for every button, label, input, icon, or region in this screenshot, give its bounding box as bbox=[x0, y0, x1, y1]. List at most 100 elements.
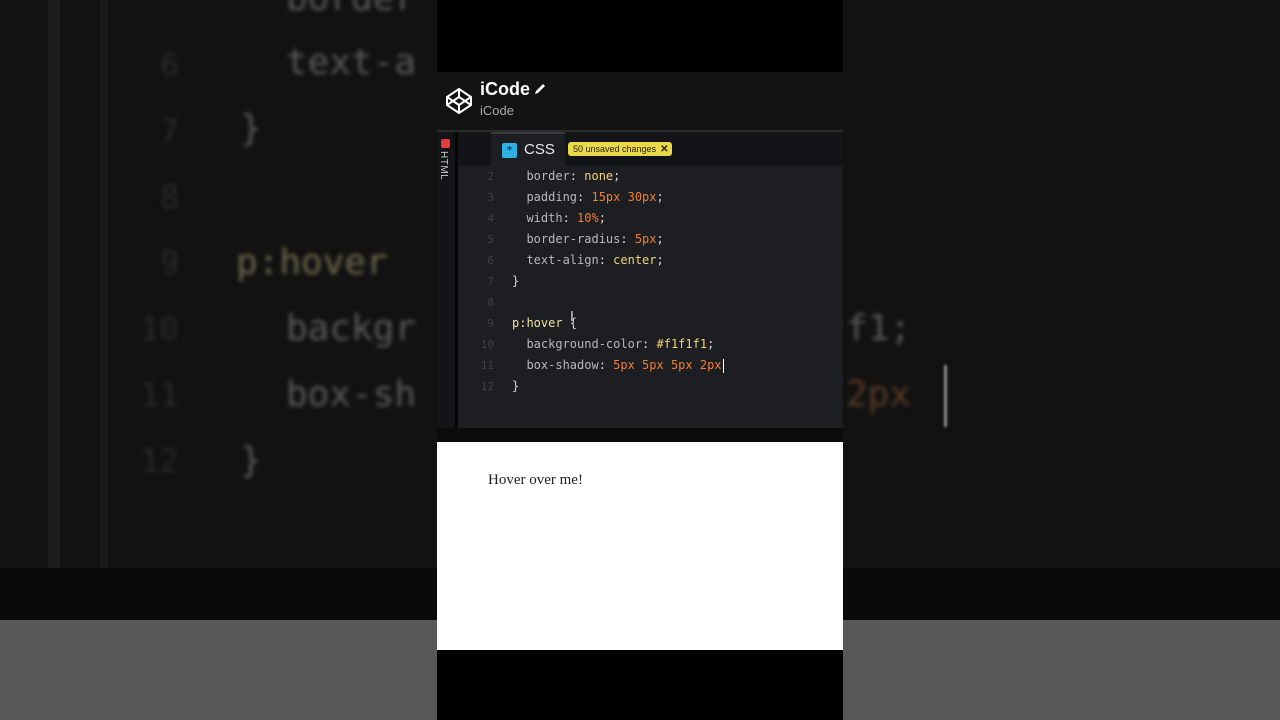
line-number: 7 bbox=[487, 275, 494, 288]
code-token: : bbox=[598, 358, 614, 372]
code-line[interactable]: 5 border-radius: 5px; bbox=[458, 229, 843, 250]
line-number: 12 bbox=[480, 380, 494, 393]
code-line[interactable]: 4 width: 10%; bbox=[458, 208, 843, 229]
background-line-number: 12 bbox=[140, 442, 179, 480]
code-token: ; bbox=[707, 337, 715, 351]
code-token: : bbox=[562, 211, 578, 225]
line-number: 4 bbox=[487, 212, 494, 225]
code-token: 15px 30px bbox=[591, 190, 657, 204]
code-token: 5px bbox=[634, 232, 657, 246]
code-line[interactable]: 10 background-color: #f1f1f1; bbox=[458, 334, 843, 355]
code-token: ; bbox=[656, 232, 664, 246]
background-code-line: backgr bbox=[286, 308, 417, 349]
code-token: p:hover bbox=[512, 316, 570, 330]
code-token: box-shadow bbox=[512, 358, 599, 372]
pencil-icon[interactable] bbox=[533, 82, 547, 96]
code-token: ; bbox=[598, 211, 606, 225]
line-text: text-align: center; bbox=[512, 250, 664, 271]
background-code-fragment: 2px bbox=[846, 374, 912, 415]
background-line-number: 6 bbox=[160, 46, 180, 84]
html-collapsed-tab[interactable]: HTML bbox=[437, 132, 455, 428]
background-code-line: text-a bbox=[286, 42, 417, 83]
background-line-number: 9 bbox=[160, 244, 180, 282]
background-code-line: p:hover bbox=[236, 242, 388, 283]
code-token: : bbox=[577, 190, 592, 204]
code-content[interactable]: 2 border: none; 3 padding: 15px 30px; 4 wi… bbox=[458, 166, 843, 428]
background-line-number: 8 bbox=[160, 178, 180, 216]
code-token: ; bbox=[656, 190, 664, 204]
code-token: none bbox=[584, 169, 614, 183]
code-token: ; bbox=[613, 169, 621, 183]
close-icon[interactable]: ✕ bbox=[660, 144, 668, 155]
code-token: : bbox=[598, 253, 614, 267]
code-line[interactable]: 3 padding: 15px 30px; bbox=[458, 187, 843, 208]
background-code-line: border bbox=[286, 0, 416, 19]
code-token: : bbox=[569, 169, 585, 183]
code-token: : bbox=[620, 232, 635, 246]
html-icon bbox=[441, 139, 450, 148]
line-number: 11 bbox=[480, 359, 494, 372]
unsaved-changes-badge[interactable]: 50 unsaved changes ✕ bbox=[568, 142, 673, 156]
background-line-number: 11 bbox=[140, 376, 179, 414]
code-token: } bbox=[512, 274, 520, 288]
code-token: } bbox=[512, 379, 520, 393]
code-token: : bbox=[642, 337, 657, 351]
line-text: box-shadow: 5px 5px 5px 2px bbox=[512, 355, 724, 376]
line-number: 3 bbox=[487, 191, 494, 204]
background-gutter-border bbox=[100, 0, 108, 568]
text-cursor-icon: I bbox=[570, 310, 574, 325]
pen-title[interactable]: iCode bbox=[480, 79, 530, 100]
code-line[interactable]: 2 border: none; bbox=[458, 166, 843, 187]
line-number: 9 bbox=[487, 317, 494, 330]
line-text: p:hover { bbox=[512, 313, 577, 334]
line-text: } bbox=[512, 271, 519, 292]
code-line[interactable]: 9 p:hover { bbox=[458, 313, 843, 334]
tab-css[interactable]: * CSS bbox=[491, 132, 565, 166]
tab-css-label: CSS bbox=[524, 141, 555, 158]
background-code-fragment: f1; bbox=[846, 308, 912, 349]
background-text-cursor bbox=[944, 365, 947, 427]
line-text: border-radius: 5px; bbox=[512, 229, 664, 250]
html-tab-label: HTML bbox=[438, 151, 449, 181]
code-line[interactable]: 7} bbox=[458, 271, 843, 292]
code-line[interactable]: 8 bbox=[458, 292, 843, 313]
line-number: 2 bbox=[487, 170, 494, 183]
background-code-line: box-sh bbox=[286, 374, 417, 415]
code-token: padding bbox=[512, 190, 578, 204]
code-line[interactable]: 12} bbox=[458, 376, 843, 397]
code-token: border-radius bbox=[512, 232, 621, 246]
code-token: width bbox=[512, 211, 563, 225]
code-line[interactable]: 6 text-align: center; bbox=[458, 250, 843, 271]
result-preview[interactable]: Hover over me! bbox=[437, 442, 843, 650]
editor-tabbar: * CSS 50 unsaved changes ✕ bbox=[458, 132, 843, 166]
resize-handle[interactable] bbox=[437, 428, 843, 442]
line-text: padding: 15px 30px; bbox=[512, 187, 664, 208]
pen-header: iCode iCode bbox=[437, 72, 843, 130]
editor-panel: iCode iCode HTML * CSS 50 unsaved change… bbox=[437, 0, 843, 720]
background-line-number: 10 bbox=[140, 310, 179, 348]
code-token: #f1f1f1 bbox=[656, 337, 708, 351]
line-number: 10 bbox=[480, 338, 494, 351]
code-token: 5px 5px 5px 2px bbox=[613, 358, 722, 372]
css-icon: * bbox=[502, 143, 517, 158]
pen-author[interactable]: iCode bbox=[480, 103, 514, 118]
code-token: ; bbox=[656, 253, 664, 267]
text-caret bbox=[722, 358, 724, 373]
code-line[interactable]: 11 box-shadow: 5px 5px 5px 2px bbox=[458, 355, 843, 376]
code-token: center bbox=[613, 253, 657, 267]
code-token: background-color bbox=[512, 337, 643, 351]
preview-paragraph[interactable]: Hover over me! bbox=[488, 472, 583, 489]
code-token: text-align bbox=[512, 253, 599, 267]
background-code-line: } bbox=[240, 440, 262, 481]
background-line-number: 7 bbox=[160, 112, 180, 150]
line-number: 8 bbox=[487, 296, 494, 309]
line-text: width: 10%; bbox=[512, 208, 606, 229]
code-token: 10% bbox=[577, 211, 599, 225]
line-number: 5 bbox=[487, 233, 494, 246]
line-text: border: none; bbox=[512, 166, 620, 187]
unsaved-changes-text: 50 unsaved changes bbox=[573, 144, 657, 154]
line-text: background-color: #f1f1f1; bbox=[512, 334, 714, 355]
codepen-logo-icon[interactable] bbox=[444, 86, 474, 116]
code-token: border bbox=[512, 169, 570, 183]
background-code-line: } bbox=[240, 108, 262, 149]
